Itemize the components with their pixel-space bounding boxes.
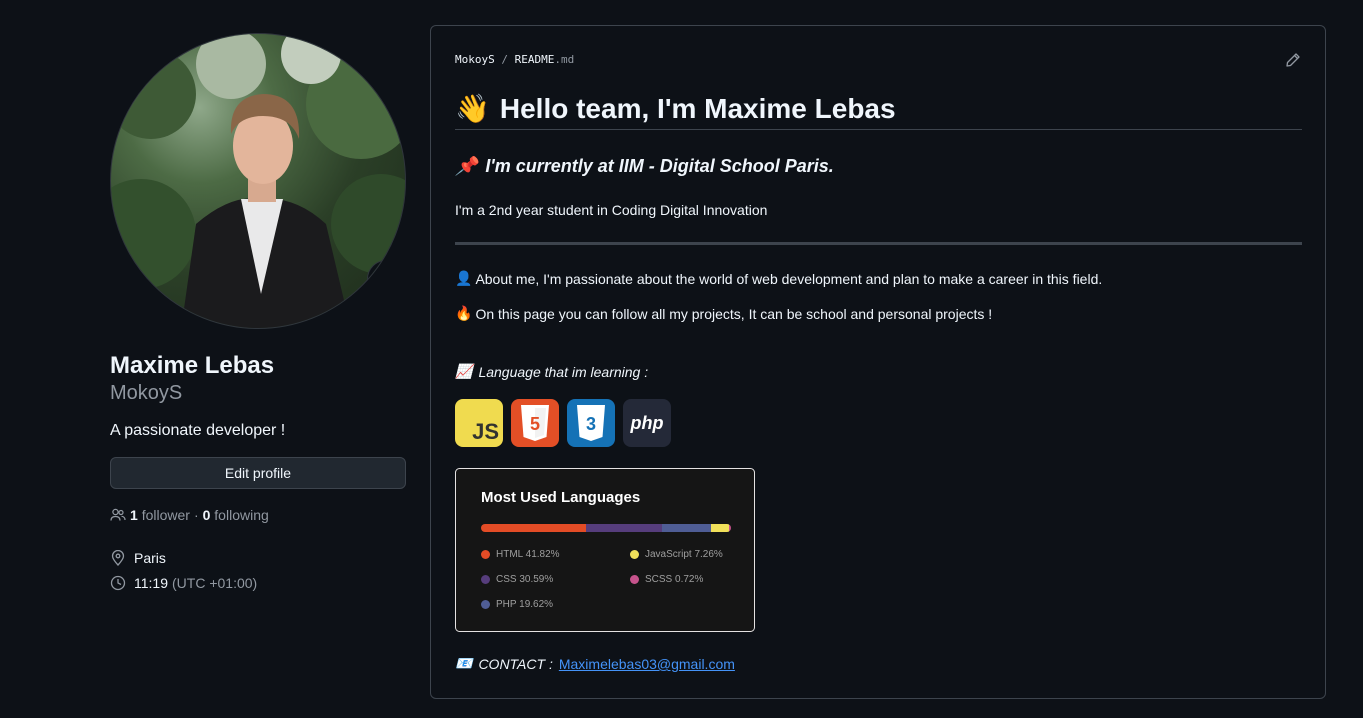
local-time: 11:19 xyxy=(134,574,168,591)
legend-label: HTML 41.82% xyxy=(496,549,560,560)
bar-segment-php xyxy=(661,524,712,532)
clock-icon xyxy=(110,575,126,590)
legend-item-php: PHP 19.62% xyxy=(481,599,553,610)
most-used-languages-card: Most Used Languages HTML 41.82% CSS 30.59… xyxy=(455,468,755,632)
about-text: About me, I'm passionate about the world… xyxy=(475,271,1103,287)
smiley-icon: ☺ xyxy=(376,268,396,289)
bar-segment-javascript xyxy=(711,524,730,532)
legend-dot xyxy=(481,575,490,584)
location-text: Paris xyxy=(134,549,166,566)
location-row: Paris xyxy=(110,545,406,570)
people-icon xyxy=(110,508,126,521)
contact-label: CONTACT : xyxy=(478,656,553,672)
css3-shield: 3 xyxy=(577,405,605,441)
css3-number: 3 xyxy=(586,414,596,434)
chart-increasing-icon: 📈 xyxy=(455,364,473,380)
fire-icon: 🔥 xyxy=(455,306,473,322)
php-icon-text: php xyxy=(630,412,664,433)
legend-label: PHP 19.62% xyxy=(496,599,554,610)
legend-item-javascript: JavaScript 7.26% xyxy=(630,549,723,560)
legend-dot xyxy=(630,550,639,559)
bar-segment-scss xyxy=(729,524,731,532)
legend-label: SCSS 0.72% xyxy=(645,574,704,585)
contact-line: 📧 CONTACT : Maximelebas03@gmail.com xyxy=(455,656,735,672)
readme-heading-text: Hello team, I'm Maxime Lebas xyxy=(499,92,896,124)
html5-number: 5 xyxy=(530,414,540,434)
timezone: (UTC +01:00) xyxy=(172,574,258,591)
language-icons: JS 5 3 php xyxy=(455,399,671,447)
readme-heading: 👋 Hello team, I'm Maxime Lebas xyxy=(455,88,1302,130)
bar-segment-css xyxy=(585,524,662,532)
profile-sidebar: ☺ Maxime Lebas MokoyS A passionate devel… xyxy=(110,33,406,595)
local-time-row: 11:19 (UTC +01:00) xyxy=(110,570,406,595)
readme-subheading: 📌 I'm currently at IIM - Digital School … xyxy=(455,156,834,177)
css3-icon: 3 xyxy=(567,399,615,447)
readme-subheading-text: I'm currently at IIM - Digital School Pa… xyxy=(485,156,834,176)
edit-profile-button[interactable]: Edit profile xyxy=(110,457,406,489)
php-icon: php xyxy=(623,399,671,447)
breadcrumb-ext: .md xyxy=(554,53,575,66)
javascript-icon-text: JS xyxy=(472,419,499,444)
breadcrumb-file: README xyxy=(514,53,555,66)
readme-breadcrumb: MokoyS / README.md xyxy=(455,53,574,66)
stats-title: Most Used Languages xyxy=(481,489,641,506)
location-icon xyxy=(111,549,125,566)
breadcrumb-user-link[interactable]: MokoyS xyxy=(455,53,495,66)
following-link[interactable]: 0 following xyxy=(203,507,269,523)
profile-username: MokoyS xyxy=(110,382,183,404)
following-label: following xyxy=(214,507,269,523)
html5-icon: 5 xyxy=(511,399,559,447)
about-line: 👤 About me, I'm passionate about the wor… xyxy=(455,271,1102,287)
person-icon: 👤 xyxy=(455,271,473,287)
legend-label: JavaScript 7.26% xyxy=(645,549,723,560)
profile-bio: A passionate developer ! xyxy=(110,422,286,439)
readme-card: MokoyS / README.md 👋 Hello team, I'm Max… xyxy=(430,25,1326,699)
learning-text: Language that im learning : xyxy=(478,364,649,380)
avatar[interactable]: ☺ xyxy=(110,33,406,329)
legend-dot xyxy=(481,550,490,559)
projects-line: 🔥 On this page you can follow all my pro… xyxy=(455,306,992,322)
breadcrumb-file-link[interactable]: README.md xyxy=(515,53,575,66)
breadcrumb-separator: / xyxy=(501,53,508,66)
edit-readme-button[interactable] xyxy=(1285,52,1301,73)
contact-email-link[interactable]: Maximelebas03@gmail.com xyxy=(559,656,735,672)
legend-item-scss: SCSS 0.72% xyxy=(630,574,703,585)
projects-text: On this page you can follow all my proje… xyxy=(475,306,993,322)
legend-dot xyxy=(630,575,639,584)
pushpin-icon: 📌 xyxy=(455,156,478,177)
javascript-icon: JS xyxy=(455,399,503,447)
followers-label: follower xyxy=(141,507,190,523)
followers-count: 1 xyxy=(130,507,138,523)
avatar-photo xyxy=(111,34,405,328)
legend-label: CSS 30.59% xyxy=(496,574,554,585)
followers-link[interactable]: 1 follower xyxy=(130,507,190,523)
learning-line: 📈 Language that im learning : xyxy=(455,364,648,380)
languages-bar xyxy=(481,524,731,532)
profile-fullname: Maxime Lebas xyxy=(110,352,275,379)
pencil-icon xyxy=(1286,53,1300,67)
divider xyxy=(455,242,1302,245)
student-line: I'm a 2nd year student in Coding Digital… xyxy=(455,202,768,218)
bar-segment-html xyxy=(481,524,586,532)
envelope-icon: 📧 xyxy=(455,656,473,672)
legend-dot xyxy=(481,600,490,609)
waving-hand-icon: 👋 xyxy=(455,91,490,125)
profile-details: Paris 11:19 (UTC +01:00) xyxy=(110,545,406,595)
html5-shield: 5 xyxy=(521,405,549,441)
legend-item-css: CSS 30.59% xyxy=(481,574,553,585)
following-count: 0 xyxy=(202,507,211,523)
legend-item-html: HTML 41.82% xyxy=(481,549,560,560)
follow-stats: 1 follower · 0 following xyxy=(110,507,406,523)
follow-separator: · xyxy=(193,507,199,523)
set-status-button[interactable]: ☺ xyxy=(367,260,405,298)
